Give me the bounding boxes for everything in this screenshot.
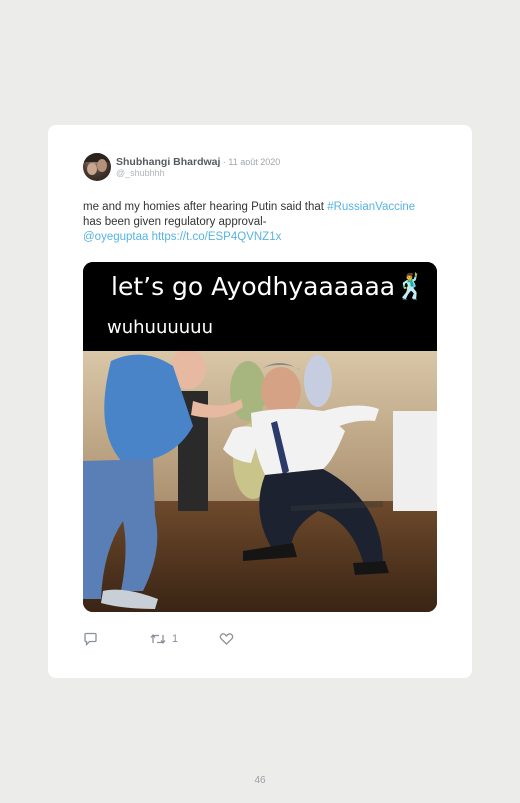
tweet-text: me and my homies after hearing Putin sai… [83, 200, 433, 245]
hashtag-link[interactable]: #RussianVaccine [327, 201, 415, 213]
meme-caption-line1: let’s go Ayodhyaaaaaa🕺 [111, 272, 427, 301]
avatar[interactable] [83, 153, 111, 181]
reply-button[interactable] [83, 632, 98, 646]
dancer-emoji: 🕺 [395, 272, 427, 301]
tweet-text-part1: me and my homies after hearing Putin sai… [83, 201, 328, 213]
reply-icon [84, 632, 97, 646]
tweet-text-part2: has been given regulatory approval- [83, 216, 267, 228]
author-name[interactable]: Shubhangi Bhardwaj [116, 156, 220, 168]
retweet-icon [150, 633, 166, 645]
tweet-card: Shubhangi Bhardwaj · 11 août 2020 @_shub… [48, 125, 472, 678]
tweet-header: Shubhangi Bhardwaj · 11 août 2020 [116, 155, 456, 168]
like-button[interactable] [219, 632, 234, 646]
mention-link[interactable]: @oyeguptaa [83, 231, 148, 243]
tweet-media[interactable]: let’s go Ayodhyaaaaaa🕺 wuhuuuuuu [83, 262, 437, 612]
dancing-men-photo [83, 351, 437, 612]
author-handle[interactable]: @_shubhhh [116, 168, 165, 178]
tweet-date[interactable]: · 11 août 2020 [220, 157, 280, 167]
retweet-count: 1 [172, 633, 179, 645]
page-number: 46 [254, 775, 266, 786]
url-link[interactable]: https://t.co/ESP4QVNZ1x [152, 231, 282, 243]
meme-caption-band: let’s go Ayodhyaaaaaa🕺 wuhuuuuuu [83, 262, 437, 351]
heart-icon [219, 633, 234, 645]
meme-caption-line2: wuhuuuuuu [107, 317, 213, 338]
retweet-button[interactable]: 1 [150, 632, 178, 646]
tweet-actions: 1 [83, 632, 383, 650]
